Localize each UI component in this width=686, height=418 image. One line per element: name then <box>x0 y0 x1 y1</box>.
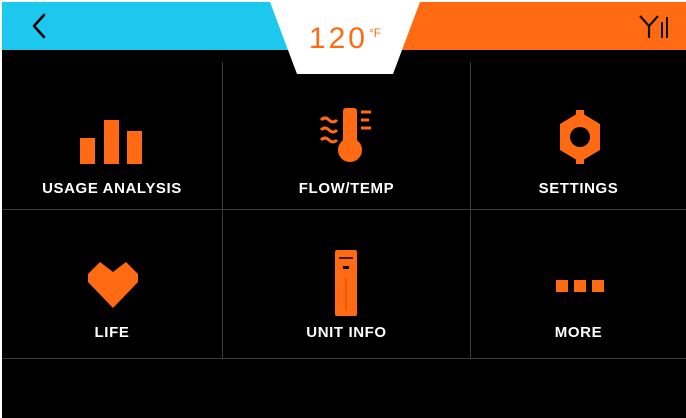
tile-usage-analysis[interactable]: USAGE ANALYSIS <box>2 62 222 209</box>
tile-label: FLOW/TEMP <box>298 180 395 197</box>
more-icon <box>556 280 604 292</box>
screen: 120 °F USAGE ANALYSIS FLOW/TEMP SETTINGS… <box>2 2 686 418</box>
temperature-value: 120 <box>308 22 368 55</box>
heart-icon <box>88 262 138 308</box>
tile-label: UNIT INFO <box>306 324 387 341</box>
grid-divider <box>2 358 686 359</box>
tile-life[interactable]: LIFE <box>2 210 222 358</box>
back-button[interactable] <box>22 8 56 44</box>
tile-label: USAGE ANALYSIS <box>42 180 182 197</box>
tile-label: LIFE <box>94 324 130 341</box>
tile-unit-info[interactable]: UNIT INFO <box>223 210 470 358</box>
signal-icon <box>639 15 668 38</box>
tile-label: SETTINGS <box>538 180 619 197</box>
tile-flow-temp[interactable]: FLOW/TEMP <box>223 62 470 209</box>
bar-chart-icon <box>80 120 142 164</box>
chevron-left-icon <box>32 13 46 39</box>
tile-label: MORE <box>554 324 603 341</box>
unit-icon <box>335 250 357 316</box>
temperature-unit: °F <box>368 26 382 40</box>
tile-more[interactable]: MORE <box>471 210 686 358</box>
tile-settings[interactable]: SETTINGS <box>471 62 686 209</box>
temperature-readout: 120 °F <box>270 16 420 66</box>
thermometer-flow-icon <box>319 108 371 162</box>
gear-icon <box>560 110 600 164</box>
